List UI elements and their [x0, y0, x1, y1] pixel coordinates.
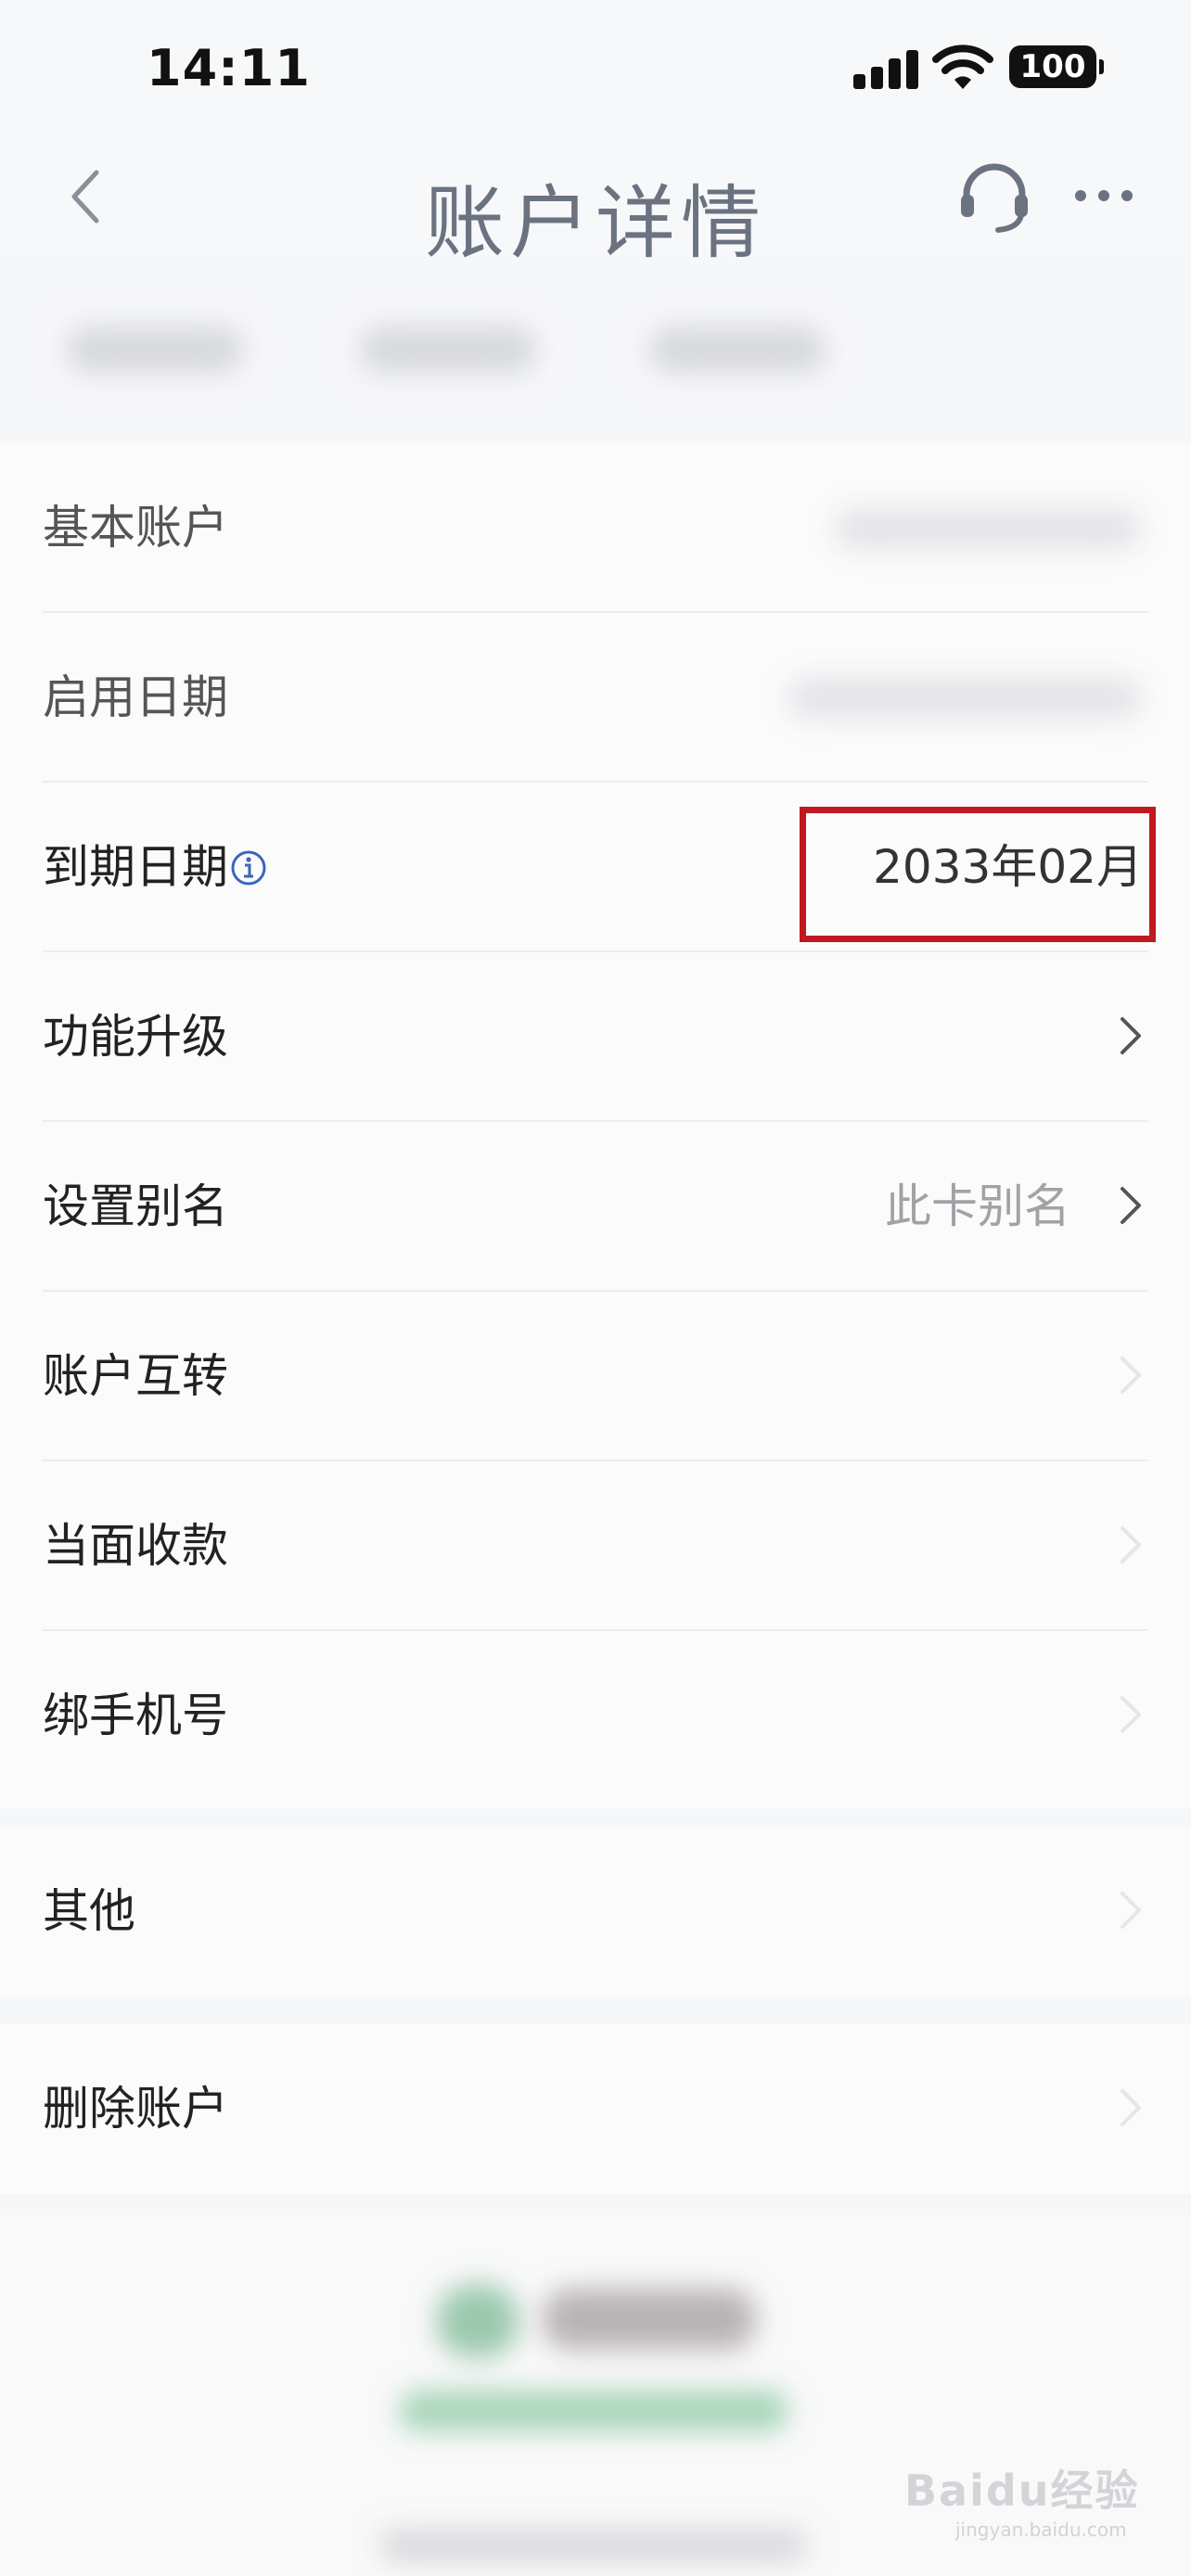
baidu-watermark-logo: Baidu经验: [904, 2466, 1140, 2516]
row-label: 基本账户: [43, 501, 228, 555]
row-feature-upgrade[interactable]: 功能升级: [0, 952, 1191, 1122]
blurred-tab: [649, 326, 826, 373]
row-label: 设置别名: [43, 1180, 228, 1233]
blurred-tab-strip: [0, 278, 1191, 417]
wifi-icon: [932, 45, 993, 89]
more-options-button[interactable]: [1071, 182, 1136, 210]
row-label: 删除账户: [43, 2082, 228, 2136]
row-basic-account: 基本账户: [0, 443, 1191, 613]
chevron-right-icon: [1121, 1696, 1141, 1733]
blurred-logo: [436, 2284, 519, 2358]
blurred-account-number: [835, 508, 1141, 549]
row-bind-phone[interactable]: 绑手机号: [0, 1631, 1191, 1801]
blurred-footer-text: [380, 2530, 807, 2561]
chevron-right-icon: [1121, 1892, 1141, 1929]
chevron-right-icon: [1121, 1526, 1141, 1563]
row-in-person-payment[interactable]: 当面收款: [0, 1461, 1191, 1631]
row-label: 到期日期: [43, 840, 228, 894]
navigation-bar: 账户详情: [0, 139, 1191, 270]
other-section: 其他: [0, 1827, 1191, 1996]
info-icon[interactable]: [230, 849, 267, 886]
row-label: 当面收款: [43, 1519, 228, 1573]
customer-service-headset-icon[interactable]: [957, 158, 1031, 236]
row-delete-account[interactable]: 删除账户: [0, 2024, 1191, 2194]
row-activation-date: 启用日期: [0, 613, 1191, 783]
blurred-activation-date: [788, 678, 1141, 719]
row-account-transfer[interactable]: 账户互转: [0, 1292, 1191, 1461]
row-label: 启用日期: [43, 670, 228, 724]
status-time: 14:11: [147, 39, 311, 97]
blurred-tab: [67, 326, 243, 373]
row-other[interactable]: 其他: [0, 1827, 1191, 1996]
alias-value: 此卡别名: [885, 1180, 1070, 1233]
cellular-signal-icon: [853, 48, 920, 89]
blurred-green-bar: [399, 2391, 788, 2431]
highlight-annotation-box: [800, 807, 1156, 942]
account-info-section: 基本账户 启用日期 到期日期 2033年02月 功能升级 设置别名 此卡别名 账…: [0, 443, 1191, 1808]
blurred-text: [543, 2289, 756, 2350]
blurred-tab: [360, 326, 536, 373]
chevron-right-icon: [1121, 2089, 1141, 2126]
status-bar: 14:11 100: [0, 0, 1191, 139]
battery-icon: 100: [1009, 45, 1104, 88]
chevron-right-icon: [1121, 1017, 1141, 1054]
row-label: 绑手机号: [43, 1689, 228, 1742]
row-set-alias[interactable]: 设置别名 此卡别名: [0, 1122, 1191, 1292]
row-label: 账户互转: [43, 1349, 228, 1403]
delete-section: 删除账户: [0, 2024, 1191, 2194]
row-label: 其他: [43, 1884, 135, 1938]
baidu-watermark-url: jingyan.baidu.com: [955, 2519, 1127, 2541]
row-label: 功能升级: [43, 1010, 228, 1064]
chevron-right-icon: [1121, 1357, 1141, 1394]
chevron-right-icon: [1121, 1187, 1141, 1224]
